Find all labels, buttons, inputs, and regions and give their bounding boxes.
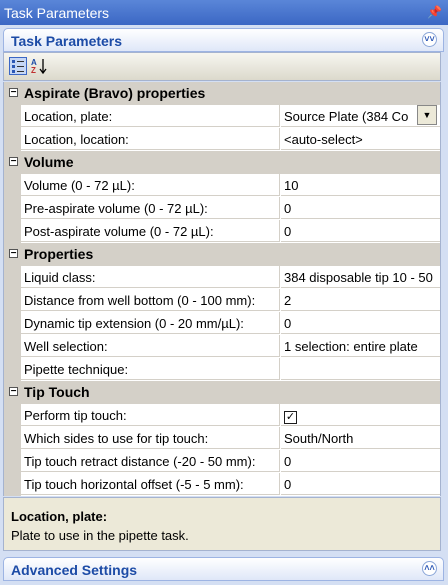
- property-grid: − Aspirate (Bravo) properties Location, …: [3, 82, 441, 496]
- row-gutter: [4, 450, 21, 473]
- property-value[interactable]: 0: [281, 220, 440, 242]
- property-row-location-location[interactable]: Location, location: <auto-select>: [4, 128, 440, 151]
- property-description: Location, plate: Plate to use in the pip…: [3, 497, 441, 551]
- pin-icon[interactable]: 📌: [427, 5, 442, 19]
- property-value[interactable]: 1 selection: entire plate: [281, 335, 440, 357]
- property-name: Location, location:: [21, 128, 280, 150]
- property-value[interactable]: 2: [281, 289, 440, 311]
- property-value[interactable]: 384 disposable tip 10 - 50: [281, 266, 440, 288]
- chevron-down-icon[interactable]: ▼: [417, 105, 437, 125]
- window-title: Task Parameters: [4, 5, 110, 21]
- property-name: Liquid class:: [21, 266, 280, 288]
- property-row-pre-aspirate[interactable]: Pre-aspirate volume (0 - 72 µL): 0: [4, 197, 440, 220]
- property-name: Distance from well bottom (0 - 100 mm):: [21, 289, 280, 311]
- property-value[interactable]: 0: [281, 197, 440, 219]
- row-gutter: [4, 312, 21, 335]
- window-titlebar: Task Parameters 📌: [0, 0, 448, 25]
- advanced-settings-header[interactable]: Advanced Settings ˄˄: [3, 557, 444, 581]
- property-value[interactable]: 0: [281, 473, 440, 495]
- property-row-tip-touch-retract[interactable]: Tip touch retract distance (-20 - 50 mm)…: [4, 450, 440, 473]
- category-properties[interactable]: − Properties: [4, 243, 440, 266]
- row-gutter: [4, 358, 21, 381]
- property-value[interactable]: 0: [281, 312, 440, 334]
- property-name: Pipette technique:: [21, 358, 280, 380]
- category-label: Properties: [24, 246, 94, 262]
- property-name: Post-aspirate volume (0 - 72 µL):: [21, 220, 280, 242]
- category-label: Tip Touch: [24, 384, 90, 400]
- property-row-perform-tip-touch[interactable]: Perform tip touch: ✓: [4, 404, 440, 427]
- property-value[interactable]: <auto-select>: [281, 128, 440, 150]
- collapse-toggle-icon[interactable]: −: [9, 157, 18, 167]
- category-label: Aspirate (Bravo) properties: [24, 85, 206, 101]
- collapse-chevron-icon[interactable]: ˅˅: [422, 32, 437, 47]
- property-value[interactable]: 0: [281, 450, 440, 472]
- property-row-location-plate[interactable]: Location, plate: Source Plate (384 Co ▼: [4, 105, 440, 128]
- property-name: Tip touch horizontal offset (-5 - 5 mm):: [21, 473, 280, 495]
- property-row-liquid-class[interactable]: Liquid class: 384 disposable tip 10 - 50: [4, 266, 440, 289]
- panel-title: Task Parameters: [11, 33, 123, 49]
- property-row-well-selection[interactable]: Well selection: 1 selection: entire plat…: [4, 335, 440, 358]
- collapse-toggle-icon[interactable]: −: [9, 88, 18, 98]
- alphabetical-sort-icon: A Z: [31, 58, 47, 75]
- property-row-pipette-technique[interactable]: Pipette technique:: [4, 358, 440, 381]
- property-name: Tip touch retract distance (-20 - 50 mm)…: [21, 450, 280, 472]
- categorized-view-icon: [12, 60, 24, 73]
- description-text: Plate to use in the pipette task.: [11, 528, 189, 543]
- advanced-settings-title: Advanced Settings: [11, 562, 138, 578]
- property-name: Dynamic tip extension (0 - 20 mm/µL):: [21, 312, 280, 334]
- property-row-volume[interactable]: Volume (0 - 72 µL): 10: [4, 174, 440, 197]
- category-volume[interactable]: − Volume: [4, 151, 440, 174]
- property-value[interactable]: ✓: [281, 404, 440, 426]
- row-gutter: [4, 128, 21, 151]
- row-gutter: [4, 174, 21, 197]
- tip-touch-checkbox[interactable]: ✓: [284, 411, 297, 424]
- row-gutter: [4, 197, 21, 220]
- category-aspirate[interactable]: − Aspirate (Bravo) properties: [4, 82, 440, 105]
- property-name: Well selection:: [21, 335, 280, 357]
- row-gutter: [4, 266, 21, 289]
- property-value[interactable]: South/North: [281, 427, 440, 449]
- svg-text:Z: Z: [31, 66, 36, 75]
- row-gutter: [4, 473, 21, 496]
- description-title: Location, plate:: [11, 509, 108, 524]
- row-gutter: [4, 404, 21, 427]
- row-gutter: [4, 427, 21, 450]
- property-name: Which sides to use for tip touch:: [21, 427, 280, 449]
- row-gutter: [4, 289, 21, 312]
- category-label: Volume: [24, 154, 74, 170]
- expand-chevron-icon[interactable]: ˄˄: [422, 561, 437, 576]
- task-parameters-header[interactable]: Task Parameters ˅˅: [3, 28, 444, 52]
- property-value[interactable]: 10: [281, 174, 440, 196]
- categorized-view-button[interactable]: [9, 57, 27, 75]
- category-tip-touch[interactable]: − Tip Touch: [4, 381, 440, 404]
- property-row-tip-touch-sides[interactable]: Which sides to use for tip touch: South/…: [4, 427, 440, 450]
- property-grid-toolbar: A Z: [3, 52, 441, 81]
- property-row-tip-touch-offset[interactable]: Tip touch horizontal offset (-5 - 5 mm):…: [4, 473, 440, 496]
- alphabetical-sort-button[interactable]: A Z: [30, 57, 48, 75]
- property-row-distance-well-bottom[interactable]: Distance from well bottom (0 - 100 mm): …: [4, 289, 440, 312]
- property-name: Pre-aspirate volume (0 - 72 µL):: [21, 197, 280, 219]
- property-row-dynamic-tip-extension[interactable]: Dynamic tip extension (0 - 20 mm/µL): 0: [4, 312, 440, 335]
- collapse-toggle-icon[interactable]: −: [9, 387, 18, 397]
- property-row-post-aspirate[interactable]: Post-aspirate volume (0 - 72 µL): 0: [4, 220, 440, 243]
- row-gutter: [4, 335, 21, 358]
- property-value[interactable]: [281, 358, 440, 380]
- collapse-toggle-icon[interactable]: −: [9, 249, 18, 259]
- property-name: Location, plate:: [21, 105, 280, 127]
- property-name: Perform tip touch:: [21, 404, 280, 426]
- row-gutter: [4, 220, 21, 243]
- property-name: Volume (0 - 72 µL):: [21, 174, 280, 196]
- row-gutter: [4, 105, 21, 128]
